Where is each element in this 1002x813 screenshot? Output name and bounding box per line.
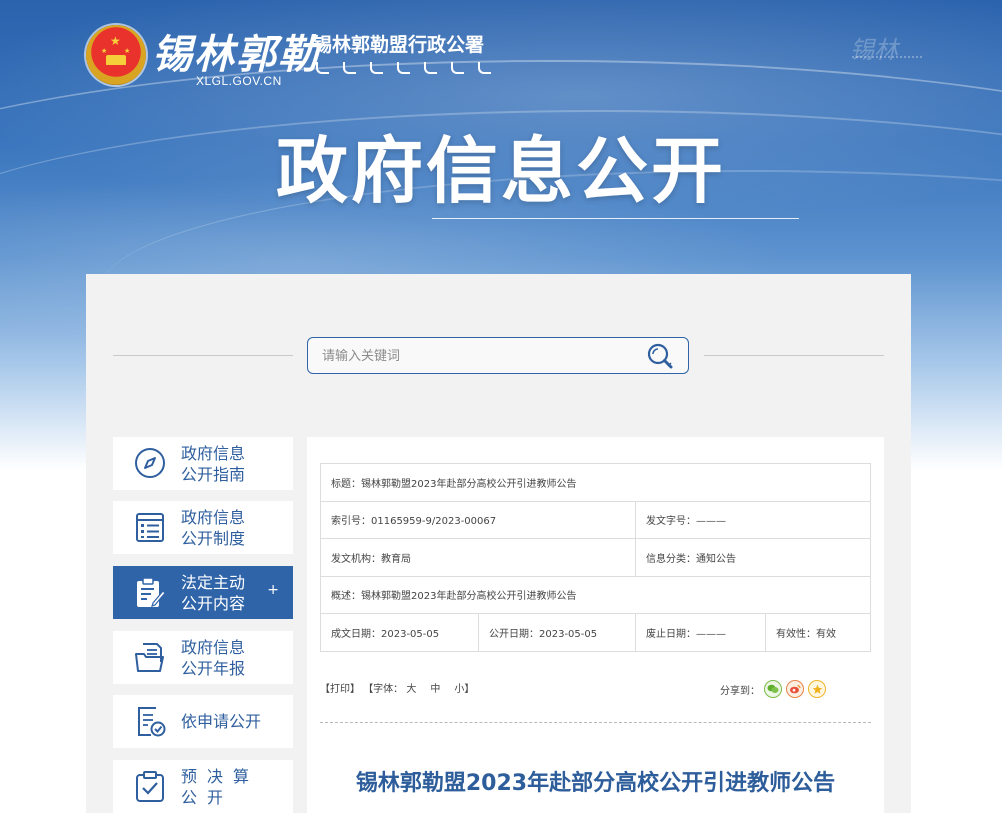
sidebar-item-budget-disclosure[interactable]: 预决算 公开 (113, 760, 293, 813)
sidebar-item-label: 政府信息 公开制度 (181, 508, 246, 548)
weibo-share-icon[interactable] (786, 680, 804, 698)
meta-created-label: 成文日期： (331, 628, 381, 640)
meta-title-value: 锡林郭勒盟2023年赴部分高校公开引进教师公告 (361, 478, 577, 490)
document-meta-table: 标题：锡林郭勒盟2023年赴部分高校公开引进教师公告 索引号：01165959-… (320, 463, 871, 652)
wechat-share-icon[interactable] (764, 680, 782, 698)
table-row: 概述：锡林郭勒盟2023年赴部分高校公开引进教师公告 (320, 575, 871, 614)
meta-category-cell: 信息分类：通知公告 (635, 538, 871, 577)
meta-created-value: 2023-05-05 (381, 628, 440, 640)
meta-published-label: 公开日期： (489, 628, 539, 640)
page-title: 政府信息公开 (275, 129, 726, 213)
mongolian-script (316, 60, 491, 76)
table-row: 成文日期：2023-05-05 公开日期：2023-05-05 废止日期：———… (320, 613, 871, 652)
share-bar: 分享到： (720, 680, 826, 698)
meta-summary-cell: 概述：锡林郭勒盟2023年赴部分高校公开引进教师公告 (320, 575, 871, 614)
document-check-icon (138, 707, 166, 737)
clipboard-edit-icon (137, 577, 166, 607)
article-title: 锡林郭勒盟2023年赴部分高校公开引进教师公告 (355, 771, 836, 796)
sidebar-item-label: 法定主动 公开内容 (181, 573, 246, 613)
sidebar-item-disclosure-guide[interactable]: 政府信息 公开指南 (113, 437, 293, 490)
share-label: 分享到： (720, 685, 760, 697)
meta-docno-label: 发文字号： (646, 516, 696, 528)
logo-domain: XLGL.GOV.CN (196, 74, 282, 88)
title-underline (432, 218, 799, 219)
favorite-share-icon[interactable] (808, 680, 826, 698)
meta-title-cell: 标题：锡林郭勒盟2023年赴部分高校公开引进教师公告 (320, 463, 871, 502)
article-toolbar: 【打印】 【字体： 大 中 小】 分享到： (320, 680, 871, 702)
search-divider-left (113, 355, 293, 356)
sidebar-item-label: 政府信息 公开指南 (181, 444, 246, 484)
sidebar-item-disclosure-on-request[interactable]: 依申请公开 (113, 695, 293, 748)
meta-created-cell: 成文日期：2023-05-05 (320, 613, 479, 652)
meta-docno-cell: 发文字号：——— (635, 500, 871, 539)
list-document-icon (136, 513, 164, 542)
meta-issuer-value: 教育局 (381, 553, 411, 565)
meta-expiry-cell: 废止日期：——— (635, 613, 766, 652)
meta-published-value: 2023-05-05 (539, 628, 598, 640)
clipboard-check-icon (136, 771, 164, 802)
sidebar-item-statutory-disclosure[interactable]: 法定主动 公开内容 + (113, 566, 293, 619)
meta-published-cell: 公开日期：2023-05-05 (478, 613, 636, 652)
meta-validity-value: 有效 (816, 628, 836, 640)
table-row: 发文机构：教育局 信息分类：通知公告 (320, 538, 871, 577)
sidebar-item-annual-report[interactable]: 政府信息 公开年报 (113, 631, 293, 684)
search-divider-right (704, 355, 884, 356)
sidebar-item-disclosure-system[interactable]: 政府信息 公开制度 (113, 501, 293, 554)
font-size-label: 【字体： (363, 684, 404, 695)
print-button[interactable]: 【打印】 (320, 684, 360, 695)
font-medium-button[interactable]: 中 (430, 684, 440, 695)
search-icon[interactable] (645, 342, 677, 372)
meta-index-value: 01165959-9/2023-00067 (371, 516, 497, 528)
meta-expiry-label: 废止日期： (646, 628, 696, 640)
search-box (307, 337, 689, 374)
table-row: 标题：锡林郭勒盟2023年赴部分高校公开引进教师公告 (320, 463, 871, 502)
meta-summary-label: 概述： (331, 591, 361, 603)
meta-title-label: 标题： (331, 478, 361, 490)
national-emblem-logo[interactable]: ★ ★ ★ (86, 25, 146, 85)
main-panel: 政府信息 公开指南 政府信息 公开制度 法定主动 公开内容 + (86, 274, 911, 813)
table-row: 索引号：01165959-9/2023-00067 发文字号：——— (320, 500, 871, 539)
star-icon: ★ (110, 34, 121, 48)
font-size-controls: 大 中 小】 (406, 684, 474, 695)
meta-category-value: 通知公告 (696, 553, 736, 565)
logo-script-text[interactable]: 锡林郭勒 (152, 22, 320, 80)
compass-icon (135, 448, 165, 478)
meta-docno-value: ——— (696, 516, 726, 528)
article-content: 标题：锡林郭勒盟2023年赴部分高校公开引进教师公告 索引号：01165959-… (307, 437, 884, 813)
meta-summary-value: 锡林郭勒盟2023年赴部分高校公开引进教师公告 (361, 591, 577, 603)
meta-index-label: 索引号： (331, 516, 371, 528)
meta-category-label: 信息分类： (646, 553, 696, 565)
font-large-button[interactable]: 大 (406, 684, 416, 695)
expand-icon[interactable]: + (267, 582, 279, 598)
sidebar-item-label: 政府信息 公开年报 (181, 638, 246, 678)
sidebar-item-label: 预决算 公开 (181, 767, 260, 807)
meta-issuer-label: 发文机构： (331, 553, 381, 565)
content-divider (320, 722, 871, 723)
folder-document-icon (135, 643, 164, 672)
meta-issuer-cell: 发文机构：教育局 (320, 538, 636, 577)
banner-watermark-line (852, 56, 922, 64)
meta-index-cell: 索引号：01165959-9/2023-00067 (320, 500, 636, 539)
meta-expiry-value: ——— (696, 628, 726, 640)
search-input[interactable] (322, 346, 632, 366)
sidebar-item-label: 依申请公开 (181, 712, 262, 731)
font-small-button[interactable]: 小】 (454, 684, 474, 695)
gate-icon (106, 55, 126, 65)
meta-validity-label: 有效性： (776, 628, 816, 640)
org-name: 锡林郭勒盟行政公署 (313, 34, 485, 56)
meta-validity-cell: 有效性：有效 (765, 613, 871, 652)
